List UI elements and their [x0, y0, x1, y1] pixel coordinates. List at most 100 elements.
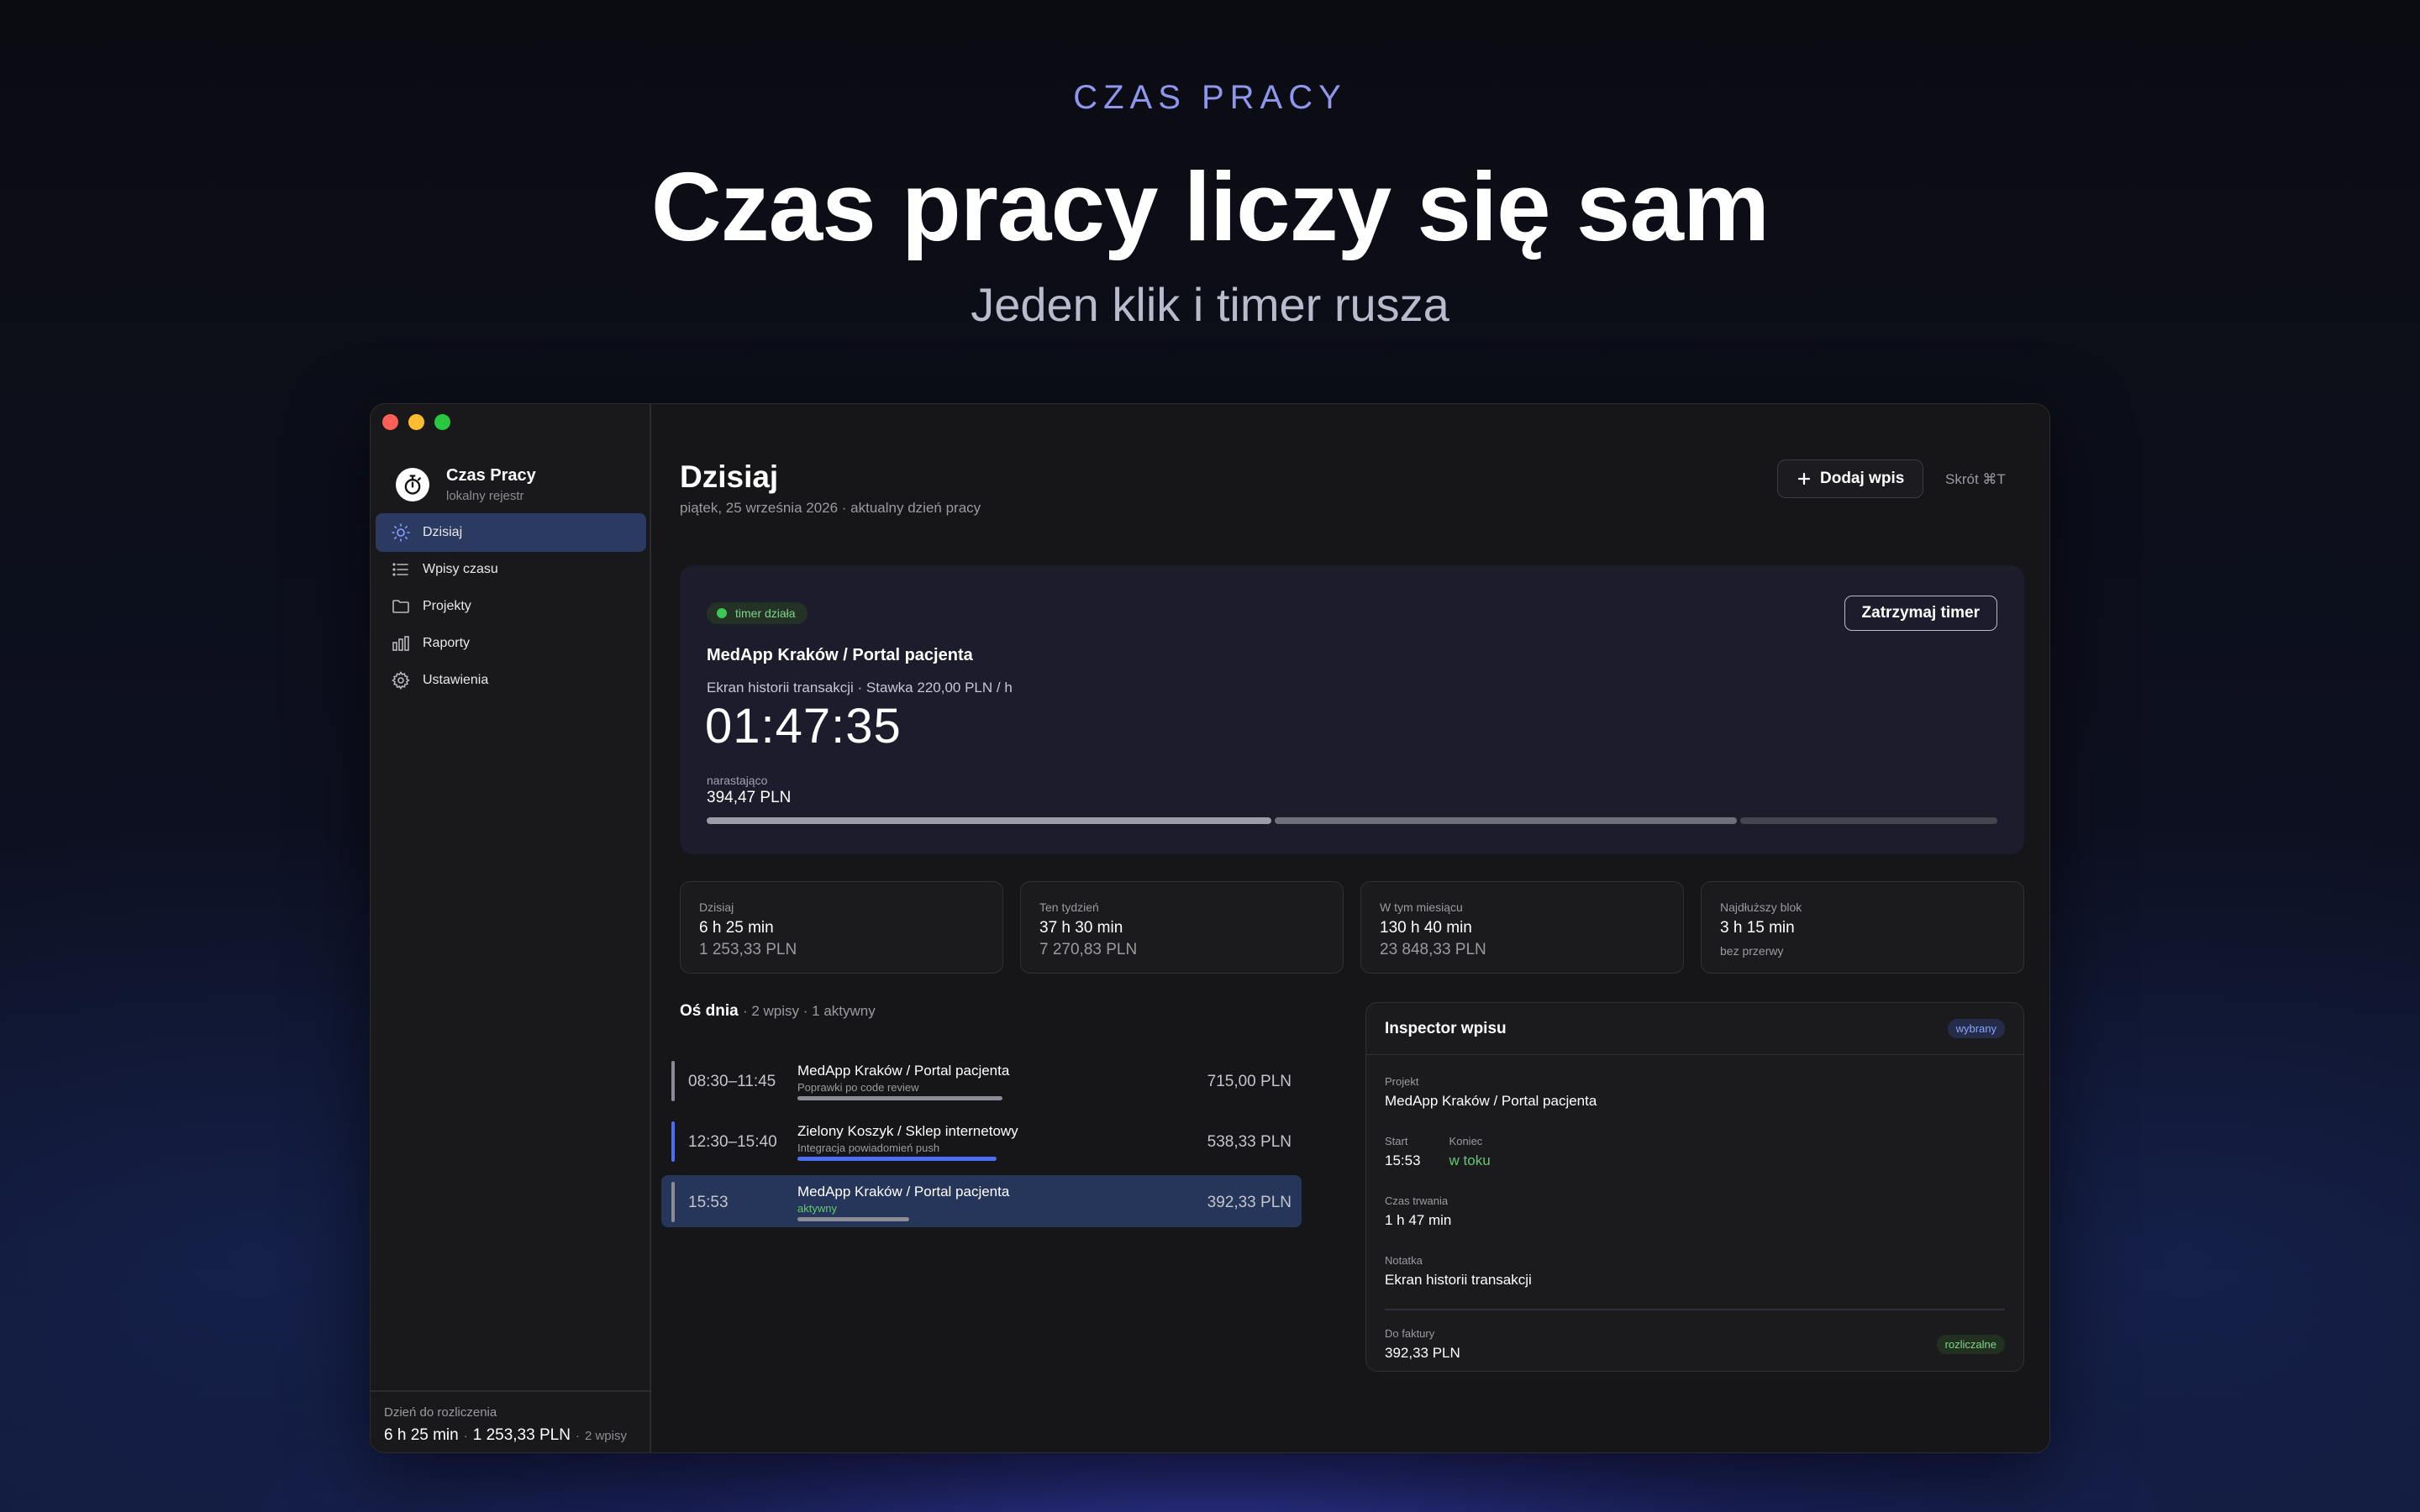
sidebar-item-label: Projekty	[423, 599, 471, 613]
stat-hours: 6 h 25 min	[699, 919, 774, 937]
close-window-button[interactable]	[382, 414, 398, 430]
stat-note: bez przerwy	[1720, 944, 1784, 958]
accrued-value: 394,47 PLN	[707, 789, 792, 806]
timeline-list: 08:30–11:45 MedApp Kraków / Portal pacje…	[661, 1054, 1302, 1236]
billing-day-count: 2 wpisy	[584, 1429, 627, 1443]
sidebar-item-ustawienia[interactable]: Ustawienia	[376, 661, 646, 700]
start-label: Start	[1385, 1135, 1408, 1147]
timeline-time: 12:30–15:40	[688, 1133, 777, 1151]
stat-label: Ten tydzień	[1039, 900, 1099, 914]
timeline-progress	[797, 1217, 909, 1221]
inspector-header: Inspector wpisu wybrany	[1366, 1003, 2023, 1055]
sidebar-item-label: Ustawienia	[423, 673, 489, 687]
timeline-amount: 392,33 PLN	[1207, 1194, 1292, 1211]
timer-card: timer działa Zatrzymaj timer MedApp Krak…	[680, 565, 2024, 854]
main-content: Dzisiaj piątek, 25 września 2026 · aktua…	[651, 404, 2049, 1452]
stat-hours: 37 h 30 min	[1039, 919, 1123, 937]
timeline-row[interactable]: 15:53 MedApp Kraków / Portal pacjenta ak…	[661, 1175, 1302, 1227]
stat-label: Dzisiaj	[699, 900, 734, 914]
sun-icon	[392, 523, 410, 542]
plus-icon	[1797, 472, 1811, 486]
sidebar-item-label: Raporty	[423, 636, 471, 650]
selected-badge: wybrany	[1947, 1019, 2005, 1038]
sidebar-item-label: Wpisy czasu	[423, 562, 498, 576]
timer-note-rate: Ekran historii transakcji · Stawka 220,0…	[707, 680, 1013, 696]
invoice-value: 392,33 PLN	[1385, 1344, 1460, 1361]
billing-day-values: 6 h 25 min · 1 253,33 PLN · 2 wpisy	[384, 1426, 636, 1445]
shortcut-hint: Skrót ⌘T	[1945, 471, 2006, 487]
stat-amount: 7 270,83 PLN	[1039, 941, 1138, 958]
folder-icon	[392, 600, 409, 613]
hero-headline: Czas pracy liczy się sam	[650, 152, 1770, 261]
duration-label: Czas trwania	[1385, 1194, 1449, 1207]
page-title: Dzisiaj	[680, 459, 779, 494]
hero-subheadline: Jeden klik i timer rusza	[971, 278, 1449, 331]
sidebar: Czas Pracy lokalny rejestr Dzisiaj Wpisy…	[371, 404, 651, 1452]
entry-inspector: Inspector wpisu wybrany Projekt MedApp K…	[1365, 1002, 2024, 1372]
project-value: MedApp Kraków / Portal pacjenta	[1385, 1093, 1597, 1109]
timeline-progress	[797, 1157, 997, 1161]
start-value: 15:53	[1385, 1152, 1421, 1168]
sidebar-item-wpisy-czasu[interactable]: Wpisy czasu	[376, 550, 646, 589]
hero-eyebrow: CZAS PRACY	[1073, 79, 1347, 116]
add-entry-button[interactable]: Dodaj wpis	[1777, 459, 1924, 498]
app-window: Czas Pracy lokalny rejestr Dzisiaj Wpisy…	[370, 403, 2050, 1453]
timeline-meta: · 2 wpisy · 1 aktywny	[742, 1003, 876, 1019]
timer-elapsed: 01:47:35	[705, 699, 902, 753]
billable-badge: rozliczalne	[1936, 1334, 2005, 1354]
list-icon	[392, 563, 408, 576]
separator: ·	[575, 1429, 580, 1443]
timeline-header: Oś dnia · 2 wpisy · 1 aktywny	[680, 1002, 876, 1021]
timeline-row[interactable]: 08:30–11:45 MedApp Kraków / Portal pacje…	[661, 1054, 1302, 1106]
bar-chart-icon	[392, 636, 409, 651]
timer-progress-segment	[1740, 817, 1997, 824]
timeline-note: Poprawki po code review	[797, 1081, 919, 1094]
billing-day-label: Dzień do rozliczenia	[384, 1405, 497, 1420]
sidebar-item-projekty[interactable]: Projekty	[376, 587, 646, 626]
timeline-time: 15:53	[688, 1194, 729, 1211]
timeline-note: aktywny	[797, 1202, 837, 1215]
timeline-rail	[671, 1182, 675, 1222]
timeline-project: MedApp Kraków / Portal pacjenta	[797, 1063, 1010, 1079]
sidebar-item-label: Dzisiaj	[423, 525, 463, 539]
inspector-body: Projekt MedApp Kraków / Portal pacjenta …	[1366, 1055, 2023, 1371]
timeline-row[interactable]: 12:30–15:40 Zielony Koszyk / Sklep inter…	[661, 1115, 1302, 1167]
page-subtitle: piątek, 25 września 2026 · aktualny dzie…	[680, 500, 981, 516]
divider	[1385, 1309, 2005, 1310]
timer-progress-segment	[1275, 817, 1737, 824]
sidebar-nav: Dzisiaj Wpisy czasu Projekty Raporty Ust…	[376, 513, 646, 700]
invoice-label: Do faktury	[1385, 1326, 1435, 1340]
timeline-rail	[671, 1061, 675, 1101]
end-value: w toku	[1449, 1152, 1491, 1168]
stat-card-week: Ten tydzień 37 h 30 min 7 270,83 PLN	[1020, 881, 1344, 974]
billing-day-amount: 1 253,33 PLN	[472, 1426, 571, 1444]
stat-amount: 1 253,33 PLN	[699, 941, 797, 958]
gear-icon	[392, 671, 410, 690]
sidebar-item-dzisiaj[interactable]: Dzisiaj	[376, 513, 646, 552]
stat-amount: 23 848,33 PLN	[1380, 941, 1486, 958]
stat-card-today: Dzisiaj 6 h 25 min 1 253,33 PLN	[680, 881, 1003, 974]
stats-row: Dzisiaj 6 h 25 min 1 253,33 PLN Ten tydz…	[680, 881, 2024, 974]
end-label: Koniec	[1449, 1135, 1483, 1147]
minimize-window-button[interactable]	[408, 414, 424, 430]
timer-progress-bar	[707, 817, 1997, 824]
accrued-label: narastająco	[707, 774, 768, 787]
billing-day-hours: 6 h 25 min	[384, 1426, 459, 1444]
timer-project: MedApp Kraków / Portal pacjenta	[707, 646, 973, 664]
inspector-title: Inspector wpisu	[1385, 1019, 1507, 1037]
stat-card-month: W tym miesiącu 130 h 40 min 23 848,33 PL…	[1360, 881, 1684, 974]
sidebar-item-raporty[interactable]: Raporty	[376, 624, 646, 663]
add-entry-label: Dodaj wpis	[1820, 470, 1905, 487]
stopwatch-icon	[396, 468, 429, 501]
stat-hours: 130 h 40 min	[1380, 919, 1472, 937]
timeline-title: Oś dnia	[680, 1002, 739, 1020]
app-name: Czas Pracy	[446, 466, 536, 485]
timer-status-label: timer działa	[735, 606, 796, 620]
duration-value: 1 h 47 min	[1385, 1212, 1452, 1228]
zoom-window-button[interactable]	[434, 414, 450, 430]
stat-label: W tym miesiącu	[1380, 900, 1463, 914]
stop-timer-button[interactable]: Zatrzymaj timer	[1844, 596, 1997, 631]
timeline-time: 08:30–11:45	[688, 1073, 776, 1090]
timeline-project: MedApp Kraków / Portal pacjenta	[797, 1184, 1010, 1200]
separator: ·	[463, 1429, 468, 1443]
